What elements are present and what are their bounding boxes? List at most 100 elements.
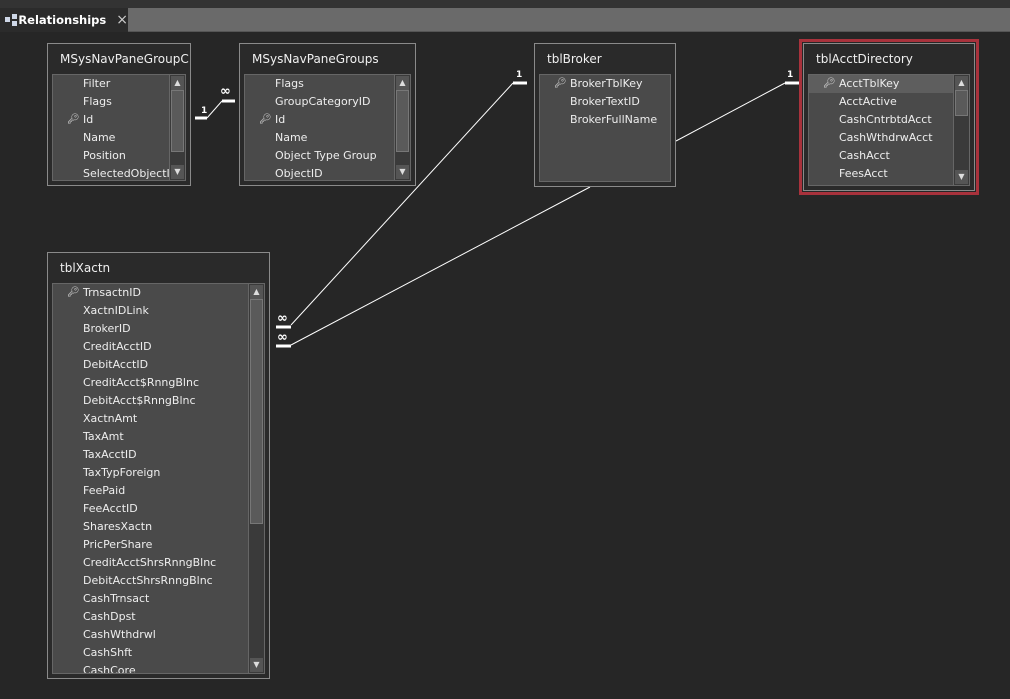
field-name: PricPerShare <box>83 538 153 551</box>
table-title[interactable]: tblXactn <box>48 253 269 283</box>
field-name: Name <box>275 131 308 144</box>
field-name: TaxAcctID <box>83 448 137 461</box>
scroll-up-icon[interactable]: ▲ <box>250 285 263 299</box>
table-tblacctdirectory[interactable]: tblAcctDirectory 🔑︎ AcctTblKey AcctActive Ca… <box>799 39 979 195</box>
field-item[interactable]: SelectedObjectID <box>53 165 178 180</box>
field-name: Filter <box>83 77 111 90</box>
field-item[interactable]: ObjectID <box>245 165 394 180</box>
field-item[interactable]: TaxTypForeign <box>53 464 248 482</box>
scrollbar[interactable]: ▲ ▼ <box>953 75 969 185</box>
table-tblxactn[interactable]: tblXactn 🔑︎ TrnsactnID XactnIDLink BrokerID C… <box>47 252 270 679</box>
field-item[interactable]: FeeAcctID <box>53 500 248 518</box>
primary-key-icon: 🔑︎ <box>67 114 80 125</box>
field-item[interactable]: SharesXactn <box>53 518 248 536</box>
field-name: DebitAcctShrsRnngBlnc <box>83 574 213 587</box>
field-name: GroupCategoryID <box>275 95 371 108</box>
field-name: CreditAcctID <box>83 340 152 353</box>
scroll-down-icon[interactable]: ▼ <box>955 170 968 184</box>
table-title[interactable]: MSysNavPaneGroups <box>240 44 415 74</box>
field-name: Position <box>83 149 126 162</box>
field-item[interactable]: 🔑︎ Id <box>245 111 394 129</box>
field-item[interactable]: Position <box>53 147 169 165</box>
field-name: SelectedObjectID <box>83 167 179 180</box>
field-item[interactable]: BrokerFullName <box>540 111 670 129</box>
field-name: ObjectID <box>275 167 323 180</box>
table-msysnavpanegroups[interactable]: MSysNavPaneGroups Flags GroupCategoryID 🔑︎ I… <box>239 43 416 186</box>
scroll-down-icon[interactable]: ▼ <box>250 658 263 672</box>
field-name: BrokerTblKey <box>570 77 643 90</box>
table-title[interactable]: tblAcctDirectory <box>804 44 974 74</box>
scroll-up-icon[interactable]: ▲ <box>955 76 968 90</box>
table-title[interactable]: tblBroker <box>535 44 675 74</box>
field-item[interactable]: AcctActive <box>809 93 953 111</box>
field-item[interactable]: XactnIDLink <box>53 302 248 320</box>
field-item[interactable]: Name <box>245 129 394 147</box>
field-item[interactable]: CashAcct <box>809 147 953 165</box>
scroll-up-icon[interactable]: ▲ <box>171 76 184 90</box>
field-name: CreditAcctShrsRnngBlnc <box>83 556 217 569</box>
field-item[interactable]: TaxAmt <box>53 428 248 446</box>
field-item[interactable]: CashShft <box>53 644 248 662</box>
scrollbar-thumb[interactable] <box>396 90 409 152</box>
field-item[interactable]: 🔑︎ BrokerTblKey <box>540 75 670 93</box>
field-item[interactable]: BrokerTextID <box>540 93 670 111</box>
field-item[interactable]: Flags <box>53 93 169 111</box>
scrollbar-thumb[interactable] <box>171 90 184 152</box>
field-item[interactable]: DebitAcctShrsRnngBlnc <box>53 572 248 590</box>
many-label: ∞ <box>220 84 231 99</box>
table-tblbroker[interactable]: tblBroker 🔑︎ BrokerTblKey BrokerTextID Broke… <box>534 43 676 187</box>
field-list[interactable]: Filter Flags 🔑︎ Id Name Position SelectedObjec… <box>52 74 186 181</box>
field-item[interactable]: CashCore <box>53 662 248 673</box>
field-item[interactable]: CashWthdrwl <box>53 626 248 644</box>
field-name: CashAcct <box>839 149 890 162</box>
field-item[interactable]: CashWthdrwAcct <box>809 129 953 147</box>
field-item[interactable]: 🔑︎ AcctTblKey <box>809 75 953 93</box>
field-list[interactable]: 🔑︎ BrokerTblKey BrokerTextID BrokerFullName <box>539 74 671 182</box>
field-item[interactable]: CreditAcct$RnngBlnc <box>53 374 248 392</box>
field-item[interactable]: BrokerID <box>53 320 248 338</box>
scrollbar[interactable]: ▲ ▼ <box>248 284 264 673</box>
field-item[interactable]: CreditAcctShrsRnngBlnc <box>53 554 248 572</box>
field-list[interactable]: 🔑︎ AcctTblKey AcctActive CashCntrbtdAcct Cas… <box>808 74 970 186</box>
field-name: DebitAcct$RnngBlnc <box>83 394 196 407</box>
field-item[interactable]: FeePaid <box>53 482 248 500</box>
field-name: SharesXactn <box>83 520 153 533</box>
field-item[interactable]: Name <box>53 129 169 147</box>
field-name: AcctActive <box>839 95 897 108</box>
scroll-down-icon[interactable]: ▼ <box>171 165 184 179</box>
field-name: CashWthdrwAcct <box>839 131 933 144</box>
field-list[interactable]: Flags GroupCategoryID 🔑︎ Id Name Object Type … <box>244 74 411 181</box>
one-label: 1 <box>787 70 794 80</box>
field-item[interactable]: 🔑︎ Id <box>53 111 169 129</box>
scrollbar[interactable]: ▲ ▼ <box>394 75 410 180</box>
field-item[interactable]: CashDpst <box>53 608 248 626</box>
field-name: BrokerFullName <box>570 113 658 126</box>
field-item[interactable]: Object Type Group <box>245 147 394 165</box>
field-item[interactable]: CreditAcctID <box>53 338 248 356</box>
field-item[interactable]: DebitAcctID <box>53 356 248 374</box>
field-item[interactable]: DebitAcct$RnngBlnc <box>53 392 248 410</box>
scroll-up-icon[interactable]: ▲ <box>396 76 409 90</box>
table-title[interactable]: MSysNavPaneGroupC... <box>48 44 190 74</box>
field-item[interactable]: TaxAcct <box>809 183 953 185</box>
field-name: Id <box>275 113 286 126</box>
field-name: CashShft <box>83 646 133 659</box>
field-item[interactable]: 🔑︎ TrnsactnID <box>53 284 248 302</box>
scrollbar[interactable]: ▲ ▼ <box>169 75 185 180</box>
field-item[interactable]: XactnAmt <box>53 410 248 428</box>
field-item[interactable]: GroupCategoryID <box>245 93 394 111</box>
field-item[interactable]: CashTrnsact <box>53 590 248 608</box>
field-item[interactable]: FeesAcct <box>809 165 953 183</box>
field-item[interactable]: Flags <box>245 75 394 93</box>
primary-key-icon: 🔑︎ <box>823 78 836 89</box>
scrollbar-thumb[interactable] <box>250 299 263 524</box>
field-item[interactable]: PricPerShare <box>53 536 248 554</box>
field-item[interactable]: TaxAcctID <box>53 446 248 464</box>
scroll-down-icon[interactable]: ▼ <box>396 165 409 179</box>
field-item[interactable]: Filter <box>53 75 169 93</box>
field-list[interactable]: 🔑︎ TrnsactnID XactnIDLink BrokerID CreditAcc… <box>52 283 265 674</box>
field-item[interactable]: CashCntrbtdAcct <box>809 111 953 129</box>
primary-key-icon: 🔑︎ <box>67 287 80 298</box>
table-msysnavpanegroupc[interactable]: MSysNavPaneGroupC... Filter Flags 🔑︎ Id Name P… <box>47 43 191 186</box>
scrollbar-thumb[interactable] <box>955 90 968 116</box>
